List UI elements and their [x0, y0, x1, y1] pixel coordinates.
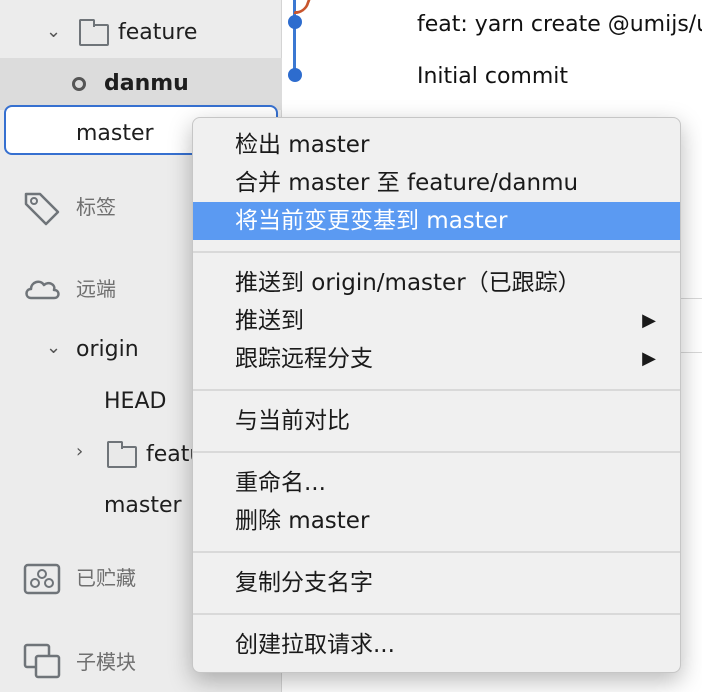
submenu-arrow-icon: ▶ — [642, 310, 656, 331]
menu-separator — [193, 613, 680, 615]
current-branch-icon — [72, 77, 86, 91]
cloud-icon — [25, 280, 60, 300]
menu-item-checkout[interactable]: 检出 master — [193, 126, 680, 164]
menu-item-copy-name[interactable]: 复制分支名字 — [193, 564, 680, 602]
menu-item-create-pr[interactable]: 创建拉取请求... — [193, 626, 680, 664]
divider — [680, 298, 702, 299]
menu-item-track-remote[interactable]: 跟踪远程分支 ▶ — [193, 340, 680, 378]
menu-item-delete[interactable]: 删除 master — [193, 502, 680, 540]
chevron-down-icon[interactable]: ⌄ — [46, 338, 61, 358]
chevron-down-icon[interactable]: ⌄ — [46, 22, 61, 42]
folder-icon — [79, 19, 109, 46]
menu-item-compare[interactable]: 与当前对比 — [193, 402, 680, 440]
sidebar-item-label: feature — [118, 20, 198, 45]
menu-item-push-tracking[interactable]: 推送到 origin/master（已跟踪） — [193, 264, 680, 302]
menu-item-label: 跟踪远程分支 — [235, 346, 373, 372]
sidebar-item-label: HEAD — [104, 389, 167, 414]
commit-row[interactable]: feat: yarn create @umijs/u — [417, 12, 702, 38]
commit-node — [288, 15, 302, 29]
menu-separator — [193, 451, 680, 453]
submenu-arrow-icon: ▶ — [642, 348, 656, 369]
folder-icon — [107, 441, 137, 468]
chevron-right-icon[interactable]: › — [76, 442, 83, 462]
sidebar-section-label: 标签 — [76, 195, 116, 219]
menu-separator — [193, 251, 680, 253]
divider — [680, 352, 702, 353]
sidebar-item-label: origin — [76, 337, 139, 362]
commit-node — [288, 68, 302, 82]
branch-rename-value[interactable]: master — [76, 121, 154, 147]
sidebar-section-label: 远端 — [76, 277, 116, 301]
commit-message: Initial commit — [417, 64, 569, 89]
commit-message: feat: yarn create @umijs/u — [417, 12, 702, 37]
branch-context-menu: 检出 master 合并 master 至 feature/danmu 将当前变… — [192, 117, 681, 673]
submodule-icon — [23, 643, 61, 679]
stash-icon — [23, 563, 61, 595]
menu-item-rename[interactable]: 重命名... — [193, 464, 680, 502]
sidebar-section-label: 已贮藏 — [76, 566, 136, 590]
sidebar-item-danmu[interactable]: danmu — [0, 58, 282, 110]
tag-icon — [24, 192, 60, 226]
graph-branch-line — [293, 0, 311, 14]
menu-item-merge[interactable]: 合并 master 至 feature/danmu — [193, 164, 680, 202]
sidebar-item-label: danmu — [104, 71, 189, 96]
commit-row[interactable]: Initial commit — [417, 64, 568, 90]
menu-item-push-to[interactable]: 推送到 ▶ — [193, 302, 680, 340]
sidebar-item-feature-folder[interactable]: ⌄ feature — [0, 6, 282, 58]
menu-item-label: 推送到 — [235, 308, 304, 334]
menu-separator — [193, 551, 680, 553]
menu-separator — [193, 389, 680, 391]
sidebar-item-label: master — [104, 493, 182, 518]
sidebar-section-label: 子模块 — [76, 650, 136, 674]
menu-item-rebase[interactable]: 将当前变更变基到 master — [193, 202, 680, 240]
